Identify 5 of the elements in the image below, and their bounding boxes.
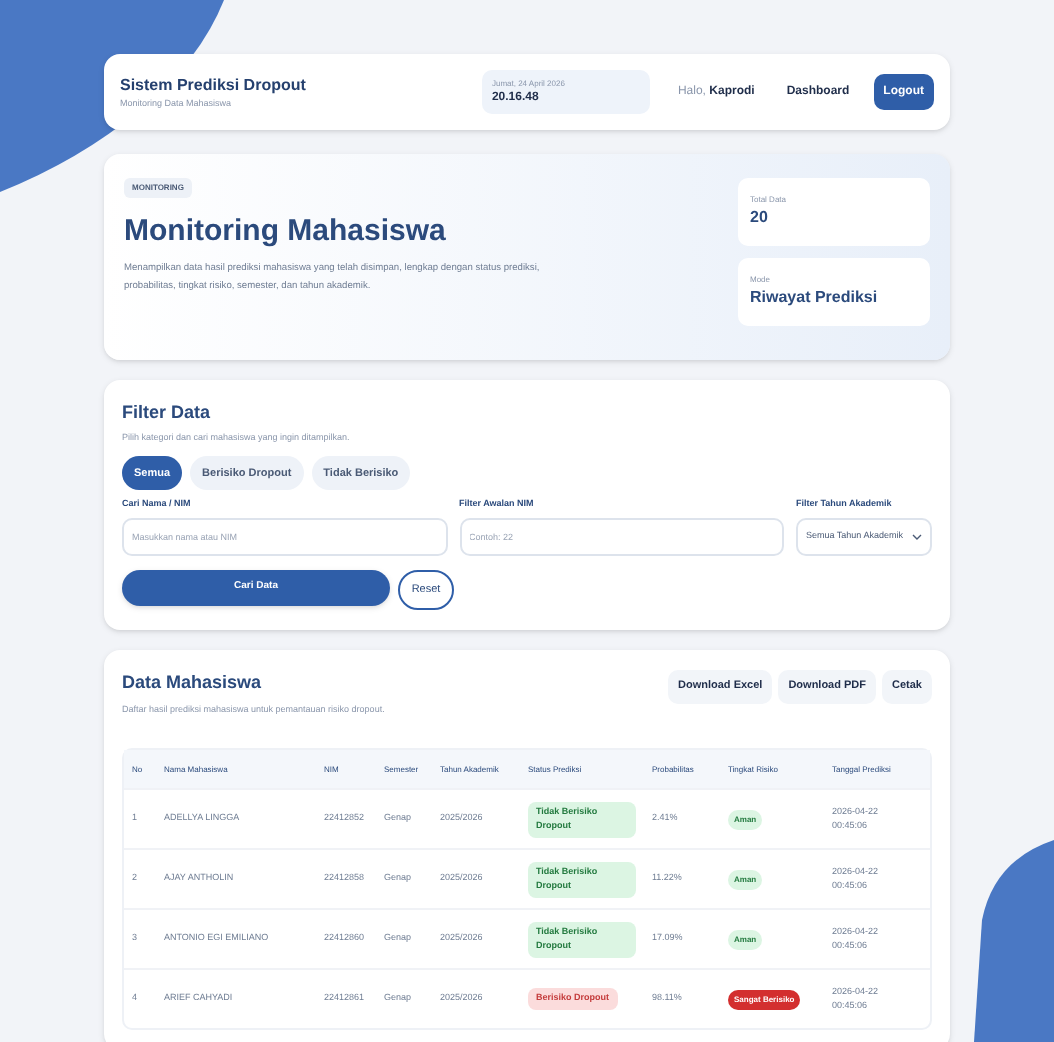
- filter-title: Filter Data: [122, 400, 213, 426]
- app-title: Sistem Prediksi Dropout: [120, 73, 308, 98]
- data-title: Data Mahasiswa: [122, 670, 264, 696]
- chevron-down-icon: [912, 534, 922, 540]
- hero-title: Monitoring Mahasiswa: [124, 212, 446, 252]
